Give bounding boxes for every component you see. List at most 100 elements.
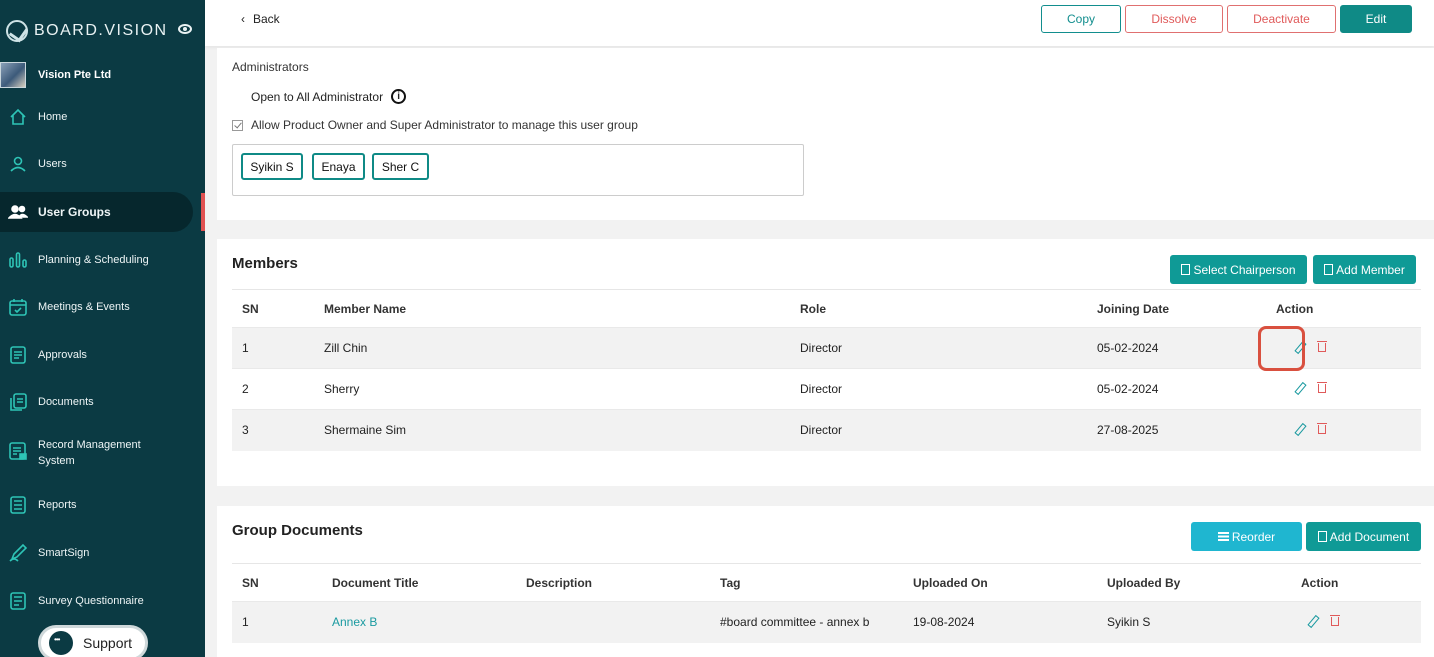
cell-role: Director <box>790 409 1087 451</box>
user-icon <box>8 154 28 174</box>
documents-icon <box>8 392 28 412</box>
cell-uploaded-by: Syikin S <box>1097 601 1291 643</box>
cell-role: Director <box>790 327 1087 369</box>
edit-pencil-icon[interactable] <box>1307 616 1317 626</box>
sidebar-item-home[interactable]: Home <box>0 107 205 127</box>
sidebar-item-records[interactable]: Record Management System <box>0 436 205 470</box>
cell-role: Director <box>790 368 1087 410</box>
group-documents-card: Group Documents Reorder Add Document SN … <box>217 506 1434 657</box>
sidebar-item-meetings[interactable]: Meetings & Events <box>0 297 205 317</box>
active-indicator <box>201 193 205 231</box>
cell-joining-date: 27-08-2025 <box>1087 409 1266 451</box>
home-icon <box>8 107 28 127</box>
table-header-row: SN Document Title Description Tag Upload… <box>232 563 1421 602</box>
report-icon <box>8 495 28 515</box>
document-icon <box>1181 264 1191 275</box>
add-member-button[interactable]: Add Member <box>1313 255 1416 284</box>
chevron-left-icon: ‹ <box>241 12 245 26</box>
pen-icon <box>8 543 28 563</box>
org-name: Vision Pte Ltd <box>38 69 112 81</box>
add-document-button[interactable]: Add Document <box>1306 522 1421 551</box>
administrator-list[interactable]: Syikin S Enaya Sher C <box>232 144 804 196</box>
cell-member-name: Shermaine Sim <box>314 409 790 451</box>
info-icon[interactable]: i <box>391 89 407 104</box>
allow-manage-checkbox-row[interactable]: Allow Product Owner and Super Administra… <box>232 118 638 132</box>
column-header: Joining Date <box>1087 289 1266 328</box>
sidebar-item-documents[interactable]: Documents <box>0 392 205 412</box>
trash-icon[interactable] <box>1317 423 1327 435</box>
support-label: Support <box>83 635 133 651</box>
edit-pencil-icon[interactable] <box>1294 424 1304 434</box>
trash-icon[interactable] <box>1317 382 1327 393</box>
allow-manage-label: Allow Product Owner and Super Administra… <box>251 118 638 132</box>
sidebar-item-smartsign[interactable]: SmartSign <box>0 543 205 563</box>
sidebar: BOARD.VISION Vision Pte Ltd Home Users U… <box>0 0 205 657</box>
open-to-all-row: Open to All Administrator i <box>251 89 407 104</box>
sidebar-item-reports[interactable]: Reports <box>0 495 205 515</box>
edit-button[interactable]: Edit <box>1340 5 1412 33</box>
administrators-card: Administrators Open to All Administrator… <box>217 48 1434 220</box>
sidebar-item-survey[interactable]: Survey Questionnaire <box>0 591 205 611</box>
chart-bars-icon <box>8 250 28 270</box>
trash-icon[interactable] <box>1330 615 1340 627</box>
sidebar-item-approvals[interactable]: Approvals <box>0 345 205 365</box>
support-button[interactable]: Support <box>38 625 148 657</box>
chat-icon <box>49 631 73 655</box>
cell-sn: 1 <box>232 601 322 643</box>
org-selector[interactable]: Vision Pte Ltd <box>0 60 205 90</box>
reorder-button[interactable]: Reorder <box>1191 522 1302 551</box>
table-row: 2 Sherry Director 05-02-2024 <box>232 368 1421 410</box>
edit-pencil-icon[interactable] <box>1294 383 1304 393</box>
administrators-label: Administrators <box>232 60 309 74</box>
cell-tag: #board committee - annex b <box>710 601 903 643</box>
sidebar-item-users[interactable]: Users <box>0 154 205 174</box>
members-table: SN Member Name Role Joining Date Action … <box>232 289 1421 451</box>
cell-joining-date: 05-02-2024 <box>1087 368 1266 410</box>
admin-chip[interactable]: Sher C <box>372 153 429 180</box>
open-to-all-label: Open to All Administrator <box>251 89 384 104</box>
column-header: Role <box>790 289 1087 328</box>
sidebar-item-user-groups[interactable]: User Groups <box>0 192 193 232</box>
document-title-link[interactable]: Annex B <box>322 601 516 643</box>
admin-chip[interactable]: Enaya <box>312 153 365 180</box>
cell-action <box>1266 409 1421 451</box>
column-header: Document Title <box>322 563 516 602</box>
group-documents-title: Group Documents <box>232 522 363 539</box>
sidebar-item-label: Approvals <box>38 349 87 361</box>
calendar-check-icon <box>8 297 28 317</box>
eye-icon[interactable] <box>178 24 192 34</box>
brand-logo[interactable]: BOARD.VISION <box>6 18 202 44</box>
column-header: Action <box>1266 289 1421 328</box>
dissolve-button[interactable]: Dissolve <box>1125 5 1223 33</box>
cell-action <box>1291 601 1421 643</box>
sidebar-item-label: SmartSign <box>38 547 90 559</box>
back-label: Back <box>253 12 280 26</box>
members-title: Members <box>232 255 298 272</box>
sidebar-item-label: Users <box>38 158 67 170</box>
document-list-icon <box>8 345 28 365</box>
column-header: SN <box>232 563 322 602</box>
table-row: 1 Zill Chin Director 05-02-2024 <box>232 327 1421 369</box>
org-avatar <box>0 62 26 88</box>
admin-chip[interactable]: Syikin S <box>241 153 303 180</box>
users-icon <box>8 202 28 222</box>
add-member-label: Add Member <box>1336 262 1405 277</box>
trash-icon[interactable] <box>1317 341 1327 352</box>
checkbox-icon[interactable] <box>232 119 243 131</box>
select-chairperson-button[interactable]: Select Chairperson <box>1170 255 1307 284</box>
cell-sn: 1 <box>232 327 314 369</box>
table-row: 1 Annex B #board committee - annex b 19-… <box>232 601 1421 643</box>
copy-button[interactable]: Copy <box>1041 5 1121 33</box>
select-chairperson-label: Select Chairperson <box>1193 262 1296 277</box>
sidebar-item-label: Planning & Scheduling <box>38 254 149 266</box>
deactivate-button[interactable]: Deactivate <box>1227 5 1336 33</box>
back-link[interactable]: ‹ Back <box>241 12 280 26</box>
column-header: Action <box>1291 563 1421 602</box>
logo-icon <box>6 20 28 42</box>
sidebar-item-planning[interactable]: Planning & Scheduling <box>0 250 205 270</box>
reorder-label: Reorder <box>1231 529 1276 544</box>
column-header: Uploaded By <box>1097 563 1291 602</box>
survey-icon <box>8 591 28 611</box>
column-header: SN <box>232 289 314 328</box>
sidebar-item-label: Survey Questionnaire <box>38 595 144 607</box>
